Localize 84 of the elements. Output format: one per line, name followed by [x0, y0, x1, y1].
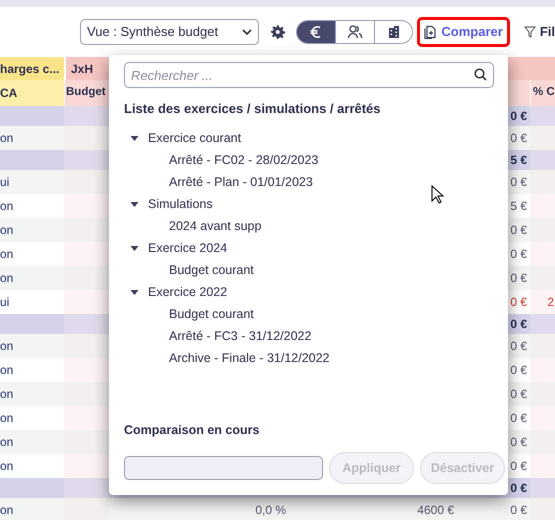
- current-comparison-title: Comparaison en cours: [124, 422, 260, 440]
- table-cell-text: 4600 €: [417, 502, 454, 519]
- table-cell-text: 0 €: [510, 480, 527, 497]
- compare-button[interactable]: Comparer: [417, 17, 510, 47]
- tree-item[interactable]: Arrêté - FC02 - 28/02/2023: [169, 151, 318, 170]
- table-cell-text: on: [0, 130, 14, 147]
- table-cell: [64, 194, 109, 218]
- table-cell-text: 0 €: [510, 362, 527, 379]
- table-cell-text: on: [0, 246, 14, 263]
- tree-item[interactable]: Simulations: [148, 195, 213, 214]
- table-cell-text: 0 €: [510, 386, 527, 403]
- expand-triangle-icon[interactable]: [130, 200, 139, 209]
- expand-triangle-icon[interactable]: [130, 244, 139, 253]
- table-cell-text: 0 €: [510, 246, 527, 263]
- table-cell: [64, 358, 109, 382]
- table-cell: [64, 290, 109, 314]
- table-cell: [64, 106, 109, 126]
- table-cell-text: 0 €: [510, 338, 527, 355]
- tree-item[interactable]: Arrêté - Plan - 01/01/2023: [169, 173, 313, 192]
- table-cell-text: 5 €: [510, 198, 527, 215]
- settings-icon[interactable]: [271, 25, 285, 39]
- table-cell: [530, 150, 555, 170]
- table-cell-text: on: [0, 338, 14, 355]
- expand-triangle-icon[interactable]: [130, 134, 139, 143]
- table-cell-text: 0 €: [510, 108, 527, 125]
- column-header: % C: [530, 80, 555, 106]
- tree-item[interactable]: Archive - Finale - 31/12/2022: [169, 349, 330, 368]
- tree-item[interactable]: Exercice 2022: [148, 283, 228, 302]
- table-cell-text: on: [0, 502, 14, 519]
- table-cell-text: ui: [0, 294, 10, 311]
- table-cell-text: 0 €: [510, 270, 527, 287]
- table-cell: [530, 314, 555, 334]
- filter-button[interactable]: Fil: [524, 22, 555, 42]
- table-cell: [64, 150, 109, 170]
- table-cell-text: 0 €: [510, 130, 527, 147]
- column-group-header: harges c...: [0, 57, 64, 80]
- tree-item[interactable]: Arrêté - FC3 - 31/12/2022: [169, 327, 312, 346]
- table-cell: [64, 478, 109, 498]
- table-cell-text: 0 €: [510, 502, 527, 519]
- table-cell: [530, 106, 555, 126]
- view-select[interactable]: Vue : Synthèse budget: [80, 19, 260, 45]
- tree-item[interactable]: Exercice 2024: [148, 239, 228, 258]
- table-cell-text: on: [0, 458, 14, 475]
- table-cell-text: on: [0, 362, 14, 379]
- table-cell: [64, 242, 109, 266]
- table-cell-text: 2: [547, 294, 554, 311]
- expand-triangle-icon[interactable]: [130, 288, 139, 297]
- tree-item[interactable]: Budget courant: [169, 261, 254, 280]
- table-cell: [530, 478, 555, 498]
- chevron-down-icon: [242, 28, 252, 36]
- comparison-field[interactable]: [124, 456, 323, 480]
- table-cell-text: on: [0, 222, 14, 239]
- table-cell-text: on: [0, 270, 14, 287]
- mode-toggle-option[interactable]: [296, 21, 336, 43]
- table-cell-text: 0 €: [510, 316, 527, 333]
- mode-toggle-option[interactable]: [374, 21, 412, 43]
- table-cell: [530, 454, 555, 478]
- column-header: CA: [0, 80, 64, 106]
- table-cell-text: 0,0 %: [255, 502, 286, 519]
- table-cell-text: on: [0, 386, 14, 403]
- table-cell-text: on: [0, 434, 14, 451]
- building-icon: [386, 25, 401, 39]
- search-icon: [474, 68, 487, 81]
- table-cell-text: 0 €: [510, 222, 527, 239]
- filter-icon: [524, 26, 536, 38]
- table-cell-text: ui: [0, 174, 10, 191]
- table-cell-text: 0 €: [510, 434, 527, 451]
- table-cell: [64, 406, 109, 430]
- tree-item[interactable]: 2024 avant supp: [169, 217, 262, 236]
- document-icon: [424, 25, 436, 39]
- table-cell-text: 0 €: [510, 458, 527, 475]
- mouse-cursor-icon: [431, 185, 444, 204]
- table-cell-text: 0 €: [510, 174, 527, 191]
- table-cell-text: on: [0, 410, 14, 427]
- table-cell-text: 0 €: [510, 294, 527, 311]
- tree-item[interactable]: Exercice courant: [148, 129, 242, 148]
- search-field[interactable]: Rechercher ...: [124, 62, 494, 88]
- table-cell: [64, 314, 109, 334]
- table-cell: [64, 454, 109, 478]
- people-icon: [346, 24, 363, 40]
- table-cell-text: 0 €: [510, 410, 527, 427]
- table-cell-text: 5 €: [510, 152, 527, 169]
- tree-item[interactable]: Budget courant: [169, 305, 254, 324]
- table-cell-text: on: [0, 198, 14, 215]
